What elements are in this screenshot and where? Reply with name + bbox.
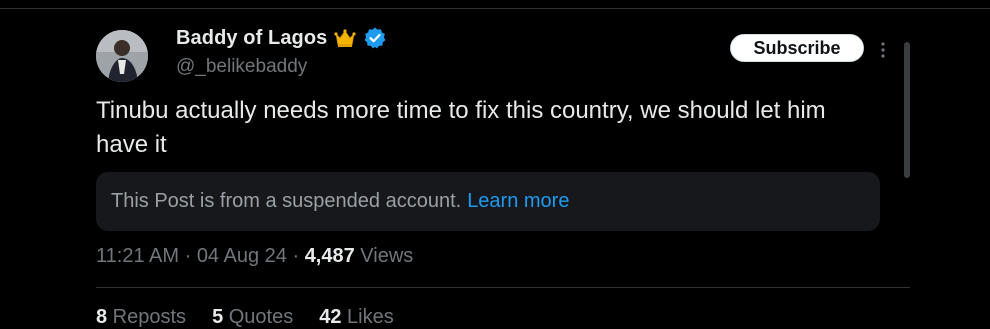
post-time[interactable]: 11:21 AM <box>96 245 179 267</box>
meta-separator: · <box>179 245 197 267</box>
engagement-stats: 8 Reposts 5 Quotes 42 Likes <box>96 306 420 329</box>
suspended-account-notice: This Post is from a suspended account. L… <box>96 172 880 231</box>
notice-text: This Post is from a suspended account. <box>111 190 462 212</box>
post-text: Tinubu actually needs more time to fix t… <box>96 97 826 158</box>
quotes-stat[interactable]: 5 Quotes <box>212 306 293 328</box>
views-count: 4,487 <box>304 245 355 267</box>
post-meta: 11:21 AM · 04 Aug 24 · 4,487 Views <box>96 245 413 268</box>
verified-icon <box>363 26 387 50</box>
quotes-count: 5 <box>212 306 224 328</box>
likes-stat[interactable]: 42 Likes <box>319 306 394 328</box>
likes-count: 42 <box>319 306 342 328</box>
reposts-label: Reposts <box>107 306 187 328</box>
post-date[interactable]: 04 Aug 24 <box>197 245 287 267</box>
views-label: Views <box>354 245 414 267</box>
quotes-label: Quotes <box>223 306 294 328</box>
author-display-name[interactable]: Baddy of Lagos <box>176 27 327 50</box>
reposts-stat[interactable]: 8 Reposts <box>96 306 186 328</box>
more-options-icon[interactable] <box>878 40 888 60</box>
crown-icon <box>333 26 357 50</box>
author-name-row: Baddy of Lagos <box>176 26 387 50</box>
avatar-image <box>96 30 148 82</box>
meta-separator: · <box>286 245 305 267</box>
avatar[interactable] <box>96 30 148 82</box>
subscribe-button[interactable]: Subscribe <box>730 34 864 62</box>
learn-more-link[interactable]: Learn more <box>467 190 569 213</box>
top-divider <box>0 8 990 9</box>
likes-label: Likes <box>341 306 394 328</box>
scrollbar[interactable] <box>904 42 910 178</box>
stats-divider <box>96 287 910 288</box>
author-handle[interactable]: @_belikebaddy <box>176 56 307 78</box>
reposts-count: 8 <box>96 306 108 328</box>
